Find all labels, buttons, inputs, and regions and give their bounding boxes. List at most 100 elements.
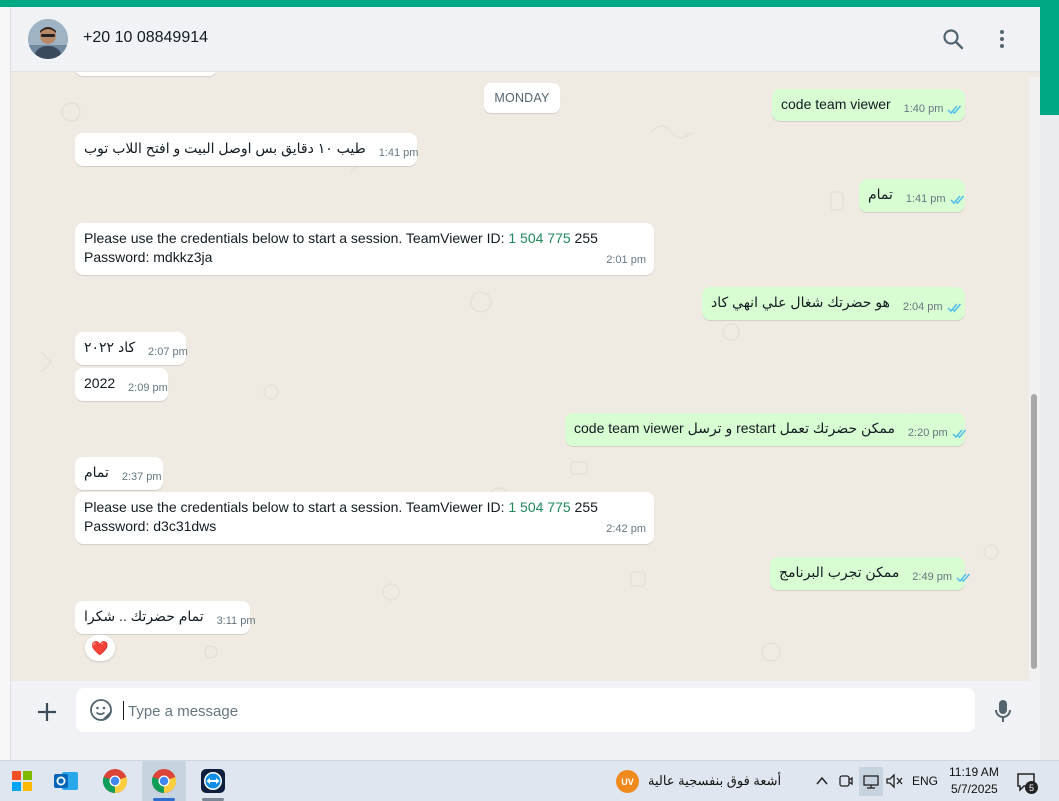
double-check-read-icon bbox=[952, 429, 966, 439]
message-text-line-2: Password: d3c31dws bbox=[84, 518, 217, 534]
start-button[interactable] bbox=[0, 761, 44, 801]
previous-message-edge bbox=[75, 72, 217, 76]
chevron-up-icon[interactable] bbox=[815, 774, 829, 788]
message-text: هو حضرتك شغال علي انهي كاد bbox=[711, 294, 890, 310]
network-button[interactable] bbox=[859, 767, 883, 796]
message-text-line-1: Please use the credentials below to star… bbox=[84, 229, 645, 248]
taskbar-chrome[interactable] bbox=[93, 761, 137, 801]
message-time: 2:07 pm bbox=[148, 346, 188, 358]
kebab-menu-icon bbox=[1000, 30, 1004, 48]
message-time: 2:04 pm bbox=[902, 301, 943, 313]
attach-button[interactable] bbox=[35, 700, 59, 724]
taskbar-chrome-active[interactable] bbox=[142, 761, 186, 801]
message-meta: 1:40 pm bbox=[904, 100, 964, 119]
message-text: كاد ٢٠٢٢ bbox=[84, 339, 136, 355]
message-incoming[interactable]: طيب ١٠ دقايق بس اوصل البيت و افتح اللاب … bbox=[75, 133, 419, 166]
message-meta: 2:49 pm bbox=[912, 568, 972, 587]
message-incoming[interactable]: Please use the credentials below to star… bbox=[75, 492, 654, 544]
message-composer bbox=[11, 681, 1040, 741]
sticker-smiley-icon bbox=[90, 699, 112, 721]
notification-center-button[interactable]: 5 bbox=[1016, 771, 1038, 794]
voice-message-button[interactable] bbox=[992, 698, 1014, 724]
message-outgoing[interactable]: ممكن تجرب البرنامج 2:49 pm bbox=[770, 557, 971, 590]
message-incoming[interactable]: تمام 2:37 pm bbox=[75, 457, 163, 490]
clock-time[interactable]: 11:19 AM bbox=[949, 765, 999, 779]
message-time: 1:41 pm bbox=[905, 193, 946, 205]
message-text: code team viewer bbox=[781, 96, 891, 112]
message-text: ممكن تجرب البرنامج bbox=[779, 564, 900, 580]
clock-date[interactable]: 5/7/2025 bbox=[951, 782, 998, 796]
left-window-gutter bbox=[0, 7, 11, 760]
message-meta: 2:04 pm bbox=[903, 298, 963, 317]
notification-count-badge: 5 bbox=[1025, 781, 1038, 794]
message-text: Please use the credentials below to star… bbox=[84, 230, 509, 246]
message-meta: 2:42 pm bbox=[606, 520, 646, 539]
message-incoming[interactable]: Please use the credentials below to star… bbox=[75, 223, 654, 275]
message-meta: 1:41 pm bbox=[906, 190, 966, 209]
message-outgoing[interactable]: هو حضرتك شغال علي انهي كاد 2:04 pm bbox=[702, 287, 965, 320]
message-text: ممكن حضرتك تعمل restart و ترسل code team… bbox=[574, 420, 896, 436]
message-meta: 2:07 pm bbox=[148, 343, 188, 362]
message-outgoing[interactable]: تمام 1:41 pm bbox=[859, 179, 965, 212]
contact-avatar[interactable] bbox=[28, 19, 68, 59]
message-meta: 2:01 pm bbox=[606, 251, 646, 270]
chrome-icon bbox=[102, 769, 128, 794]
taskbar-teamviewer[interactable] bbox=[191, 761, 235, 801]
message-incoming[interactable]: كاد ٢٠٢٢ 2:07 pm bbox=[75, 332, 188, 365]
message-time: 2:42 pm bbox=[606, 523, 646, 535]
message-meta: 2:37 pm bbox=[122, 468, 162, 487]
message-incoming[interactable]: 2022 2:09 pm bbox=[75, 368, 168, 401]
message-input-box[interactable] bbox=[76, 688, 975, 734]
plus-icon bbox=[38, 703, 56, 721]
windows-logo-icon bbox=[12, 771, 32, 791]
contact-name[interactable]: +20 10 08849914 bbox=[83, 29, 208, 47]
message-input[interactable] bbox=[126, 688, 960, 734]
double-check-read-icon bbox=[950, 195, 964, 205]
chat-scrollbar-thumb[interactable] bbox=[1031, 394, 1037, 669]
message-time: 1:40 pm bbox=[903, 103, 944, 115]
windows-taskbar: UV أشعة فوق بنفسجية عالية ENG 11:19 AM 5… bbox=[0, 760, 1059, 801]
message-text-line-1: Please use the credentials below to star… bbox=[84, 498, 645, 517]
message-text: 255 bbox=[570, 499, 598, 515]
menu-button[interactable] bbox=[988, 25, 1016, 53]
app-side-accent-bar bbox=[1040, 7, 1059, 115]
message-meta: 1:41 pm bbox=[379, 144, 419, 163]
chat-header: +20 10 08849914 bbox=[11, 7, 1040, 72]
emoji-button[interactable] bbox=[89, 698, 113, 722]
message-time: 2:20 pm bbox=[907, 427, 948, 439]
teamviewer-icon bbox=[201, 769, 225, 793]
chrome-icon bbox=[151, 769, 177, 794]
weather-text[interactable]: أشعة فوق بنفسجية عالية bbox=[648, 773, 781, 789]
message-time: 2:37 pm bbox=[121, 471, 162, 483]
double-check-read-icon bbox=[947, 105, 962, 115]
window-edge bbox=[1040, 115, 1059, 760]
app-top-accent-bar bbox=[0, 0, 1059, 7]
double-check-read-icon bbox=[947, 303, 961, 313]
speaker-muted-icon[interactable] bbox=[885, 773, 903, 789]
message-time: 3:11 pm bbox=[216, 615, 256, 627]
message-text: Please use the credentials below to star… bbox=[84, 499, 509, 515]
teamviewer-id-link[interactable]: 1 504 775 bbox=[508, 499, 570, 515]
teamviewer-id-link[interactable]: 1 504 775 bbox=[508, 230, 570, 246]
message-incoming[interactable]: تمام حضرتك .. شكرا 3:11 pm bbox=[75, 601, 256, 634]
uv-weather-badge[interactable]: UV bbox=[616, 770, 639, 793]
microphone-icon bbox=[995, 700, 1011, 722]
message-outgoing[interactable]: code team viewer 1:40 pm bbox=[772, 89, 965, 121]
input-language[interactable]: ENG bbox=[912, 774, 938, 788]
meet-now-icon[interactable] bbox=[838, 773, 854, 789]
taskbar-outlook[interactable] bbox=[44, 761, 88, 801]
heart-icon: ❤️ bbox=[91, 639, 109, 656]
heart-reaction[interactable]: ❤️ bbox=[85, 635, 115, 661]
search-button[interactable] bbox=[939, 25, 967, 53]
avatar-photo bbox=[28, 19, 68, 59]
message-meta: 2:09 pm bbox=[128, 379, 168, 398]
message-list[interactable]: MONDAY code team viewer 1:40 pm طيب ١٠ د… bbox=[11, 72, 1040, 681]
message-text: تمام حضرتك .. شكرا bbox=[84, 608, 204, 624]
outlook-icon bbox=[54, 772, 78, 790]
text-caret bbox=[123, 701, 124, 720]
message-outgoing[interactable]: ممكن حضرتك تعمل restart و ترسل code team… bbox=[565, 413, 968, 446]
search-icon bbox=[943, 29, 964, 50]
message-time: 2:01 pm bbox=[606, 254, 646, 266]
message-text: طيب ١٠ دقايق بس اوصل البيت و افتح اللاب … bbox=[84, 140, 366, 156]
message-meta: 2:20 pm bbox=[908, 424, 968, 443]
